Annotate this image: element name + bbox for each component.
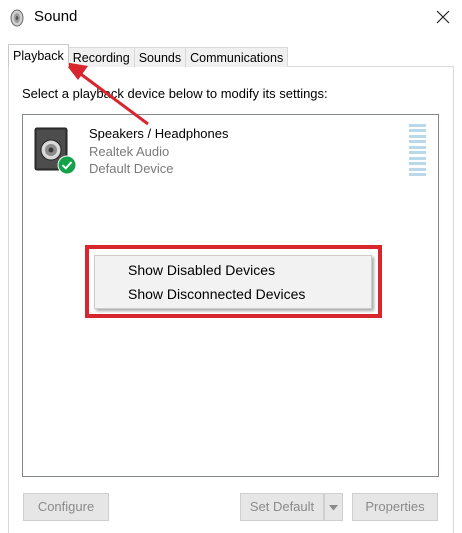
device-status: Default Device [89, 161, 174, 176]
sound-app-icon [10, 9, 24, 27]
menu-item-show-disabled[interactable]: Show Disabled Devices [95, 258, 371, 282]
title-bar: Sound [0, 0, 462, 36]
menu-item-show-disconnected[interactable]: Show Disconnected Devices [95, 282, 371, 306]
green-check-icon [57, 155, 77, 175]
set-default-button[interactable]: Set Default [240, 493, 324, 521]
volume-meter [409, 124, 426, 176]
context-menu: Show Disabled Devices Show Disconnected … [94, 255, 372, 309]
properties-button[interactable]: Properties [352, 493, 438, 521]
close-icon [436, 10, 450, 24]
window-title: Sound [34, 8, 78, 25]
chevron-down-icon [329, 505, 338, 511]
tab-communications[interactable]: Communications [185, 47, 289, 67]
tab-recording[interactable]: Recording [67, 47, 135, 67]
tab-strip: Playback Recording Sounds Communications [8, 44, 289, 67]
set-default-dropdown-button[interactable] [324, 493, 343, 521]
tab-playback[interactable]: Playback [8, 44, 69, 67]
tab-sounds[interactable]: Sounds [133, 47, 187, 67]
device-name: Speakers / Headphones [89, 126, 229, 141]
instruction-text: Select a playback device below to modify… [22, 86, 328, 101]
device-item[interactable]: Speakers / Headphones Realtek Audio Defa… [24, 116, 437, 178]
device-driver: Realtek Audio [89, 144, 170, 159]
close-button[interactable] [424, 0, 462, 34]
configure-button[interactable]: Configure [23, 493, 109, 521]
